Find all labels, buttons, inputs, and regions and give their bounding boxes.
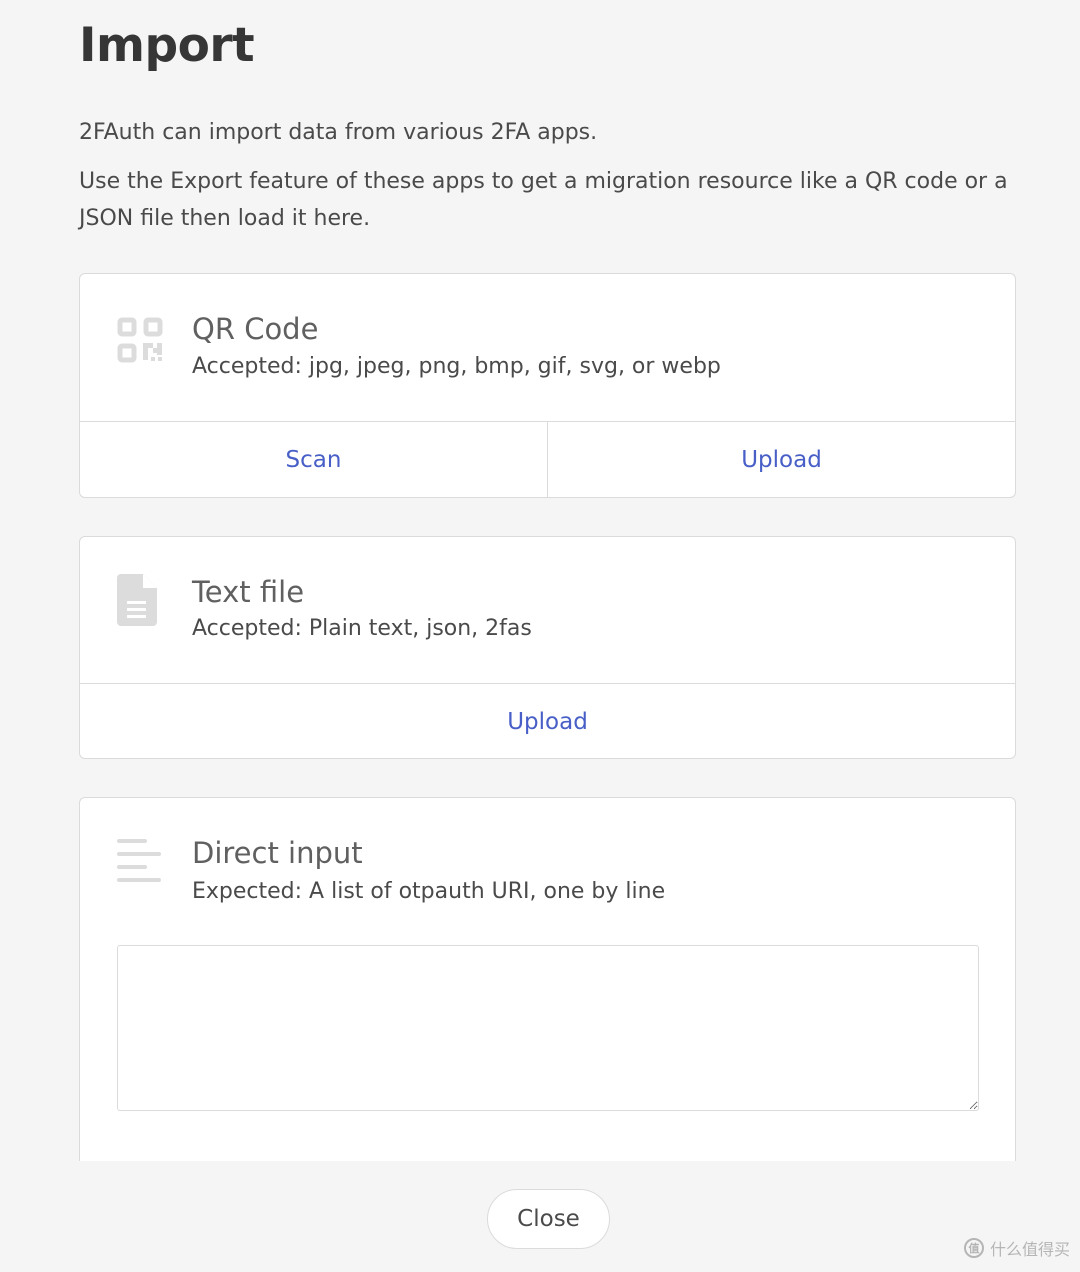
direct-input-title: Direct input [192, 836, 363, 870]
intro-line-2: Use the Export feature of these apps to … [79, 169, 1008, 231]
text-file-accepted-formats: Accepted: Plain text, json, 2fas [192, 616, 532, 641]
otpauth-uri-textarea[interactable] [117, 945, 979, 1111]
qrcode-icon [117, 317, 163, 363]
direct-input-card: Direct input Expected: A list of otpauth… [79, 797, 1016, 1217]
watermark: 值 什么值得买 [963, 1236, 1070, 1260]
file-text-icon [117, 574, 157, 626]
qr-code-title: QR Code [192, 312, 319, 346]
page-title: Import [79, 18, 255, 73]
direct-input-expected-format: Expected: A list of otpauth URI, one by … [192, 879, 666, 904]
text-file-card-header: Text file Accepted: Plain text, json, 2f… [80, 537, 1015, 684]
text-file-card: Text file Accepted: Plain text, json, 2f… [79, 536, 1016, 759]
close-button[interactable]: Close [487, 1189, 610, 1249]
text-file-card-footer: Upload [80, 684, 1015, 759]
qr-code-accepted-formats: Accepted: jpg, jpeg, png, bmp, gif, svg,… [192, 354, 721, 379]
watermark-logo: 值 [963, 1238, 984, 1258]
qr-code-card-header: QR Code Accepted: jpg, jpeg, png, bmp, g… [80, 274, 1015, 422]
watermark-text: 什么值得买 [989, 1240, 1070, 1259]
intro-line-1: 2FAuth can import data from various 2FA … [79, 120, 598, 145]
align-left-icon [117, 839, 161, 882]
intro-text: 2FAuth can import data from various 2FA … [79, 114, 1019, 249]
qr-code-card-footer: Scan Upload [80, 422, 1015, 497]
text-file-title: Text file [192, 575, 305, 609]
qr-upload-button[interactable]: Upload [547, 422, 1015, 497]
qr-code-card: QR Code Accepted: jpg, jpeg, png, bmp, g… [79, 273, 1016, 498]
text-file-upload-button[interactable]: Upload [80, 684, 1015, 759]
scan-button[interactable]: Scan [80, 422, 547, 497]
